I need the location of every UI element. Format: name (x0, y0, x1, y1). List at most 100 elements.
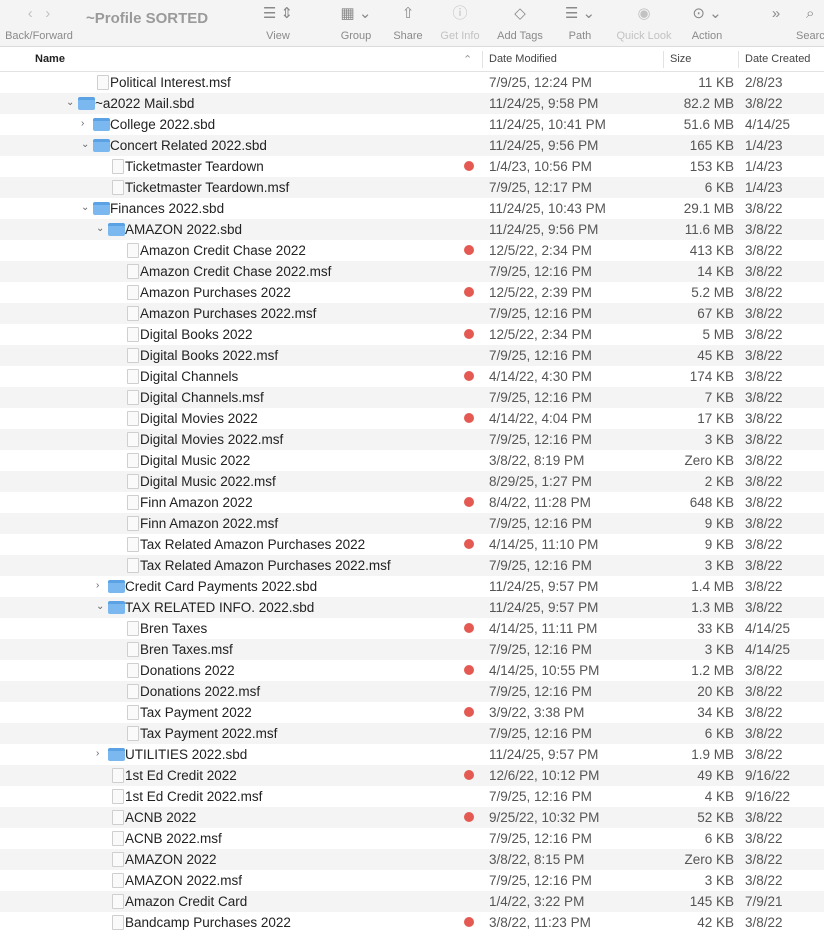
file-row[interactable]: Tax Related Amazon Purchases 2022 4/14/25… (0, 534, 824, 555)
group-icon: ▦ ⌄ (340, 5, 372, 22)
folder-row[interactable]: › Credit Card Payments 2022.sbd 11/24/25, … (0, 576, 824, 597)
file-row[interactable]: Digital Books 2022 12/5/22, 2:34 PM 5 MB 3/… (0, 324, 824, 345)
size: 82.2 MB (683, 96, 734, 111)
file-row[interactable]: Amazon Purchases 2022 12/5/22, 2:39 PM 5.2… (0, 282, 824, 303)
group-button[interactable]: ▦ ⌄ Group (336, 4, 376, 42)
red-tag-icon (464, 413, 474, 423)
size-column-header[interactable]: Size (670, 53, 691, 65)
file-row[interactable]: Digital Movies 2022 4/14/22, 4:04 PM 17 KB… (0, 408, 824, 429)
file-row[interactable]: Finn Amazon 2022 8/4/22, 11:28 PM 648 KB 3/… (0, 492, 824, 513)
size: Zero KB (684, 852, 734, 867)
date-created: 3/8/22 (745, 369, 783, 384)
name-column-header[interactable]: Name (35, 53, 65, 65)
file-row[interactable]: Digital Channels.msf 7/9/25, 12:16 PM 7 KB… (0, 387, 824, 408)
date-created: 2/8/23 (745, 75, 783, 90)
item-name: Finances 2022.sbd (110, 201, 225, 216)
file-row[interactable]: Donations 2022 4/14/25, 10:55 PM 1.2 MB 3/8… (0, 660, 824, 681)
date-modified-column-header[interactable]: Date Modified (489, 53, 557, 65)
disclosure-open-icon[interactable]: ⌄ (96, 223, 104, 234)
red-tag-icon (464, 707, 474, 717)
file-row[interactable]: 1st Ed Credit 2022.msf 7/9/25, 12:16 PM 4 … (0, 786, 824, 807)
file-row[interactable]: Political Interest.msf 7/9/25, 12:24 PM 11… (0, 72, 824, 93)
date-modified: 12/6/22, 10:12 PM (489, 768, 600, 783)
folder-row[interactable]: ⌄ Finances 2022.sbd 11/24/25, 10:43 PM 29.1… (0, 198, 824, 219)
date-created: 3/8/22 (745, 264, 783, 279)
red-tag-icon (464, 665, 474, 675)
file-row[interactable]: Digital Movies 2022.msf 7/9/25, 12:16 PM 3… (0, 429, 824, 450)
view-button[interactable]: ☰ ⇕ View (258, 4, 298, 42)
share-button[interactable]: ⇧ Share (390, 4, 426, 42)
quick-look-button[interactable]: ◉ Quick Look (612, 4, 676, 42)
file-row[interactable]: Digital Music 2022.msf 8/29/25, 1:27 PM 2 … (0, 471, 824, 492)
file-row[interactable]: Bandcamp Purchases 2022 3/8/22, 11:23 PM 4… (0, 912, 824, 933)
path-button[interactable]: ☰ ⌄ Path (560, 4, 600, 42)
disclosure-open-icon[interactable]: ⌄ (96, 601, 104, 612)
date-created: 3/8/22 (745, 390, 783, 405)
folder-icon (93, 118, 110, 131)
item-name: College 2022.sbd (110, 117, 216, 132)
file-row[interactable]: Ticketmaster Teardown.msf 7/9/25, 12:17 P… (0, 177, 824, 198)
file-row[interactable]: 1st Ed Credit 2022 12/6/22, 10:12 PM 49 KB… (0, 765, 824, 786)
folder-row[interactable]: › College 2022.sbd 11/24/25, 10:41 PM 51.6 … (0, 114, 824, 135)
folder-row[interactable]: ⌄ Concert Related 2022.sbd 11/24/25, 9:56 … (0, 135, 824, 156)
tag-icon: ◇ (514, 5, 526, 22)
double-chevron-icon: » (771, 5, 781, 22)
file-row[interactable]: Ticketmaster Teardown 1/4/23, 10:56 PM 153… (0, 156, 824, 177)
file-row[interactable]: Tax Payment 2022.msf 7/9/25, 12:16 PM 6 KB… (0, 723, 824, 744)
size: 17 KB (697, 411, 734, 426)
search-button[interactable]: ⌕ Search (796, 4, 824, 42)
file-row[interactable]: Digital Music 2022 3/8/22, 8:19 PM Zero KB… (0, 450, 824, 471)
date-modified: 4/14/25, 10:55 PM (489, 663, 600, 678)
folder-row[interactable]: › UTILITIES 2022.sbd 11/24/25, 9:57 PM 1.9 … (0, 744, 824, 765)
date-created: 9/16/22 (745, 789, 791, 804)
file-row[interactable]: Tax Related Amazon Purchases 2022.msf 7/9… (0, 555, 824, 576)
date-created: 3/8/22 (745, 747, 783, 762)
size: 3 KB (704, 873, 734, 888)
item-name: Tax Related Amazon Purchases 2022.msf (140, 558, 391, 573)
disclosure-open-icon[interactable]: ⌄ (81, 139, 89, 150)
file-row[interactable]: AMAZON 2022 3/8/22, 8:15 PM Zero KB 3/8/22 (0, 849, 824, 870)
disclosure-closed-icon[interactable]: › (96, 580, 99, 591)
add-tags-button[interactable]: ◇ Add Tags (492, 4, 548, 42)
folder-row[interactable]: ⌄ ~a2022 Mail.sbd 11/24/25, 9:58 PM 82.2 MB… (0, 93, 824, 114)
size: 42 KB (697, 915, 734, 930)
get-info-button[interactable]: ⓘ Get Info (437, 4, 483, 42)
disclosure-open-icon[interactable]: ⌄ (81, 202, 89, 213)
file-row[interactable]: Donations 2022.msf 7/9/25, 12:16 PM 20 KB 3… (0, 681, 824, 702)
action-button[interactable]: ⊙ ⌄ Action (686, 4, 728, 42)
disclosure-open-icon[interactable]: ⌄ (66, 97, 74, 108)
folder-row[interactable]: ⌄ AMAZON 2022.sbd 11/24/25, 9:56 PM 11.6 MB… (0, 219, 824, 240)
file-row[interactable]: Tax Payment 2022 3/9/22, 3:38 PM 34 KB 3/8/… (0, 702, 824, 723)
date-created: 1/4/23 (745, 180, 783, 195)
file-row[interactable]: Amazon Credit Chase 2022 12/5/22, 2:34 PM… (0, 240, 824, 261)
file-row[interactable]: Amazon Credit Chase 2022.msf 7/9/25, 12:1… (0, 261, 824, 282)
more-button[interactable]: » (764, 4, 788, 26)
file-row[interactable]: Digital Books 2022.msf 7/9/25, 12:16 PM 45… (0, 345, 824, 366)
file-row[interactable]: Digital Channels 4/14/22, 4:30 PM 174 KB 3/… (0, 366, 824, 387)
file-row[interactable]: ACNB 2022.msf 7/9/25, 12:16 PM 6 KB 3/8/22 (0, 828, 824, 849)
item-name: Digital Channels (140, 369, 239, 384)
folder-row[interactable]: ⌄ TAX RELATED INFO. 2022.sbd 11/24/25, 9:5… (0, 597, 824, 618)
size: 20 KB (697, 684, 734, 699)
file-row[interactable]: ACNB 2022 9/25/22, 10:32 PM 52 KB 3/8/22 (0, 807, 824, 828)
file-row[interactable]: Bren Taxes.msf 7/9/25, 12:16 PM 3 KB 4/14/2… (0, 639, 824, 660)
date-modified: 4/14/25, 11:10 PM (489, 537, 599, 552)
file-row[interactable]: Amazon Credit Card 1/4/22, 3:22 PM 145 KB 7… (0, 891, 824, 912)
file-row[interactable]: Finn Amazon 2022.msf 7/9/25, 12:16 PM 9 KB… (0, 513, 824, 534)
file-row[interactable]: Amazon Purchases 2022.msf 7/9/25, 12:16 P… (0, 303, 824, 324)
file-icon (112, 831, 124, 846)
folder-icon (93, 139, 110, 152)
date-created: 9/16/22 (745, 768, 791, 783)
item-name: Digital Music 2022 (140, 453, 251, 468)
size: 2 KB (704, 474, 734, 489)
disclosure-closed-icon[interactable]: › (96, 748, 99, 759)
file-row[interactable]: Bren Taxes 4/14/25, 11:11 PM 33 KB 4/14/25 (0, 618, 824, 639)
date-created-column-header[interactable]: Date Created (745, 53, 810, 65)
back-forward-button[interactable]: ‹ › Back/Forward (4, 4, 74, 42)
disclosure-closed-icon[interactable]: › (81, 118, 84, 129)
item-name: Digital Books 2022.msf (140, 348, 279, 363)
file-icon (112, 789, 124, 804)
date-modified: 11/24/25, 10:43 PM (489, 201, 606, 216)
date-modified: 11/24/25, 10:41 PM (489, 117, 606, 132)
file-row[interactable]: AMAZON 2022.msf 7/9/25, 12:16 PM 3 KB 3/8/2… (0, 870, 824, 891)
